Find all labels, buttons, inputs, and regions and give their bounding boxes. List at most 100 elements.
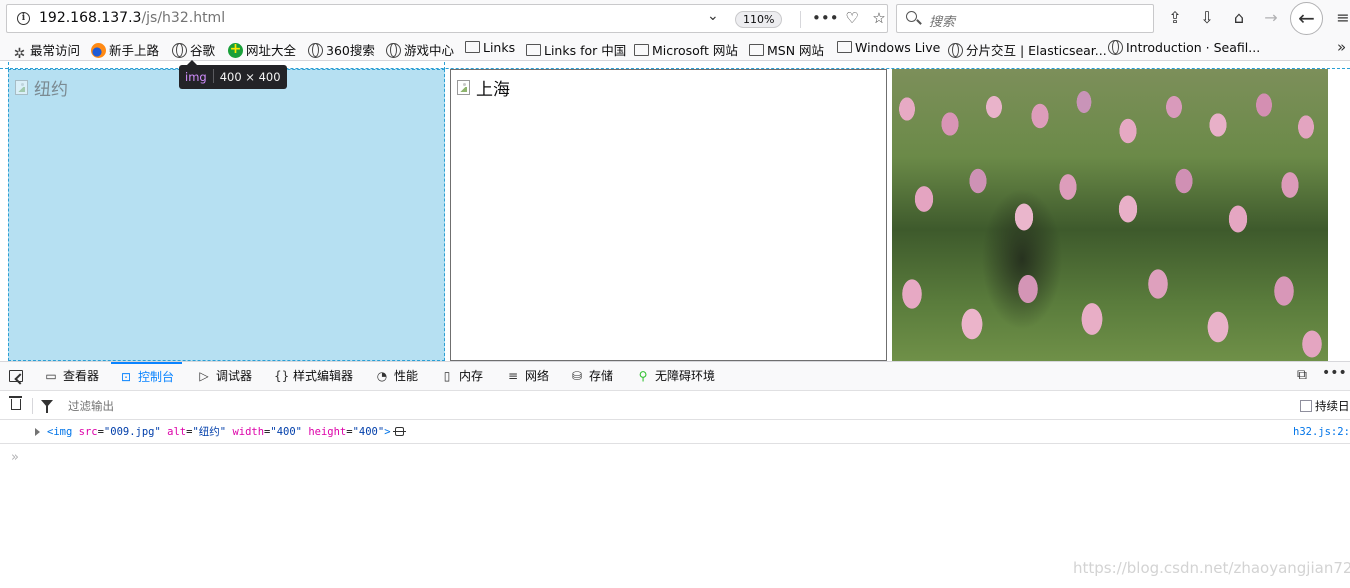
filter-input[interactable]: 过滤输出: [68, 398, 114, 414]
gear-icon: ✲: [13, 46, 26, 62]
search-bar[interactable]: 搜索: [896, 4, 1154, 33]
library-icon[interactable]: ⇪: [1164, 7, 1186, 29]
persist-logs-checkbox[interactable]: [1300, 400, 1312, 412]
tab-accessibility[interactable]: ⚲ 无障碍环境: [636, 362, 715, 391]
attr-name: alt: [167, 426, 187, 438]
devtools-tabbar: ▭ 查看器 ⊡ 控制台 ▷ 调试器 {} 样式编辑器 ◔ 性能 ▯ 内存 ≡ 网络 ⛁ 存储 ⚲…: [0, 362, 1350, 391]
tab-inspector[interactable]: ▭ 查看器: [44, 362, 99, 391]
url-host: 192.168.137.3: [39, 10, 142, 26]
log-source-link[interactable]: h32.js:2:3: [1293, 420, 1350, 444]
bookmark-label: 360搜索: [326, 43, 375, 58]
tab-label: 内存: [459, 369, 484, 383]
image-alt-text: 上海: [476, 80, 510, 100]
search-placeholder: 搜索: [929, 15, 956, 30]
broken-image-alt: 上海: [457, 75, 510, 100]
bookmark-label: MSN 网站: [767, 43, 825, 58]
download-icon[interactable]: ⇩: [1196, 7, 1218, 29]
url-bar[interactable]: i 192.168.137.3/js/h32.html ⌄ 110% ••• ♡…: [6, 4, 888, 33]
home-icon[interactable]: ⌂: [1228, 7, 1250, 29]
bookmark-folder[interactable]: Windows Live: [837, 40, 940, 57]
bookmark-item[interactable]: 新手上路: [91, 40, 159, 58]
bookmark-label: 最常访问: [30, 43, 81, 58]
accessibility-icon: ⚲: [638, 369, 648, 383]
menu-icon[interactable]: ≡: [1332, 7, 1350, 29]
inspector-icon: ▭: [45, 369, 57, 383]
attr-value: "纽约": [192, 426, 227, 438]
more-options-icon[interactable]: •••: [1322, 365, 1347, 381]
more-actions-icon[interactable]: •••: [812, 9, 839, 27]
bookmark-item[interactable]: Introduction · Seafil...: [1108, 40, 1260, 57]
select-node-icon[interactable]: [392, 427, 406, 436]
globe-icon: [386, 43, 401, 58]
tab-memory[interactable]: ▯ 内存: [440, 362, 483, 391]
search-icon: [906, 11, 917, 22]
tab-label: 查看器: [63, 369, 100, 383]
bookmarks-overflow-icon[interactable]: »: [1337, 38, 1346, 56]
zoom-level-badge[interactable]: 110%: [735, 11, 783, 28]
toolbar-separator: [32, 398, 33, 414]
bookmark-item[interactable]: 游戏中心: [386, 40, 455, 58]
inspector-tooltip: img 400 × 400: [179, 60, 287, 89]
console-input-prompt[interactable]: »: [11, 450, 19, 465]
style-editor-icon: {}: [274, 369, 290, 383]
tab-label: 控制台: [138, 370, 175, 384]
image-newyork-broken[interactable]: 纽约: [8, 69, 445, 361]
dock-toggle-icon[interactable]: ⧉: [1297, 367, 1307, 383]
bookmark-folder[interactable]: Links for 中国: [526, 40, 627, 58]
attr-name: height: [308, 426, 347, 438]
element-picker-icon[interactable]: [9, 370, 23, 382]
log-message[interactable]: <img src="009.jpg" alt="纽约" width="400" …: [47, 420, 406, 444]
back-button[interactable]: ←: [1290, 2, 1323, 35]
debugger-icon: ▷: [199, 369, 209, 383]
bookmark-item[interactable]: ✲ 最常访问: [12, 40, 81, 62]
chevron-down-icon[interactable]: ⌄: [707, 8, 719, 24]
bookmark-label: Introduction · Seafil...: [1126, 40, 1261, 55]
tab-storage[interactable]: ⛁ 存储: [570, 362, 613, 391]
image-shanghai-broken[interactable]: 上海: [450, 69, 887, 361]
tab-network[interactable]: ≡ 网络: [506, 362, 549, 391]
bookmark-folder[interactable]: Microsoft 网站: [634, 40, 738, 58]
bookmark-label: Microsoft 网站: [652, 43, 738, 58]
globe-icon: [948, 43, 963, 58]
trash-icon[interactable]: [9, 396, 22, 410]
url-text[interactable]: 192.168.137.3/js/h32.html: [39, 10, 225, 26]
performance-icon: ◔: [376, 369, 388, 383]
bookmark-folder[interactable]: MSN 网站: [749, 40, 825, 58]
tab-style-editor[interactable]: {} 样式编辑器: [274, 362, 353, 391]
broken-image-icon: [457, 80, 470, 95]
bookmark-star-icon[interactable]: ☆: [869, 9, 889, 27]
persist-logs-toggle[interactable]: 持续日志: [1300, 398, 1350, 414]
bookmark-label: Links for 中国: [544, 43, 627, 58]
tab-performance[interactable]: ◔ 性能: [375, 362, 418, 391]
network-icon: ≡: [507, 369, 519, 383]
globe-icon: [1108, 40, 1123, 55]
forward-arrow-icon[interactable]: →: [1260, 7, 1282, 29]
bookmark-folder[interactable]: Links: [465, 40, 515, 57]
url-path: /js/h32.html: [141, 10, 226, 26]
log-tag-close: >: [384, 426, 391, 438]
tab-debugger[interactable]: ▷ 调试器: [197, 362, 252, 391]
watermark-text: https://blog.csdn.net/zhaoyangjian724: [1073, 559, 1350, 577]
tab-label: 存储: [589, 369, 614, 383]
pocket-icon[interactable]: ♡: [842, 9, 862, 27]
bookmark-label: 网址大全: [246, 43, 297, 58]
tab-label: 样式编辑器: [293, 369, 354, 383]
tab-label: 性能: [394, 369, 419, 383]
tab-console[interactable]: ⊡ 控制台: [111, 362, 183, 391]
url-bar-separator: [800, 11, 801, 28]
globe-icon: [308, 43, 323, 58]
bookmark-item[interactable]: 网址大全: [228, 40, 297, 58]
bookmark-item[interactable]: 360搜索: [308, 40, 375, 58]
bookmark-item[interactable]: 谷歌: [172, 40, 215, 58]
expand-triangle-icon[interactable]: [35, 428, 40, 436]
console-toolbar: 过滤输出 持续日志: [0, 391, 1350, 420]
devtools-panel: ▭ 查看器 ⊡ 控制台 ▷ 调试器 {} 样式编辑器 ◔ 性能 ▯ 内存 ≡ 网络 ⛁ 存储 ⚲…: [0, 361, 1350, 588]
tulips-photo[interactable]: [892, 69, 1328, 361]
folder-icon: [634, 44, 649, 56]
bookmark-label: 游戏中心: [404, 43, 455, 58]
site-info-icon[interactable]: i: [17, 12, 30, 25]
firefox-icon: [91, 43, 106, 58]
bookmark-item[interactable]: 分片交互 | Elasticsear...: [948, 40, 1107, 58]
folder-icon: [526, 44, 541, 56]
folder-icon: [465, 41, 480, 53]
